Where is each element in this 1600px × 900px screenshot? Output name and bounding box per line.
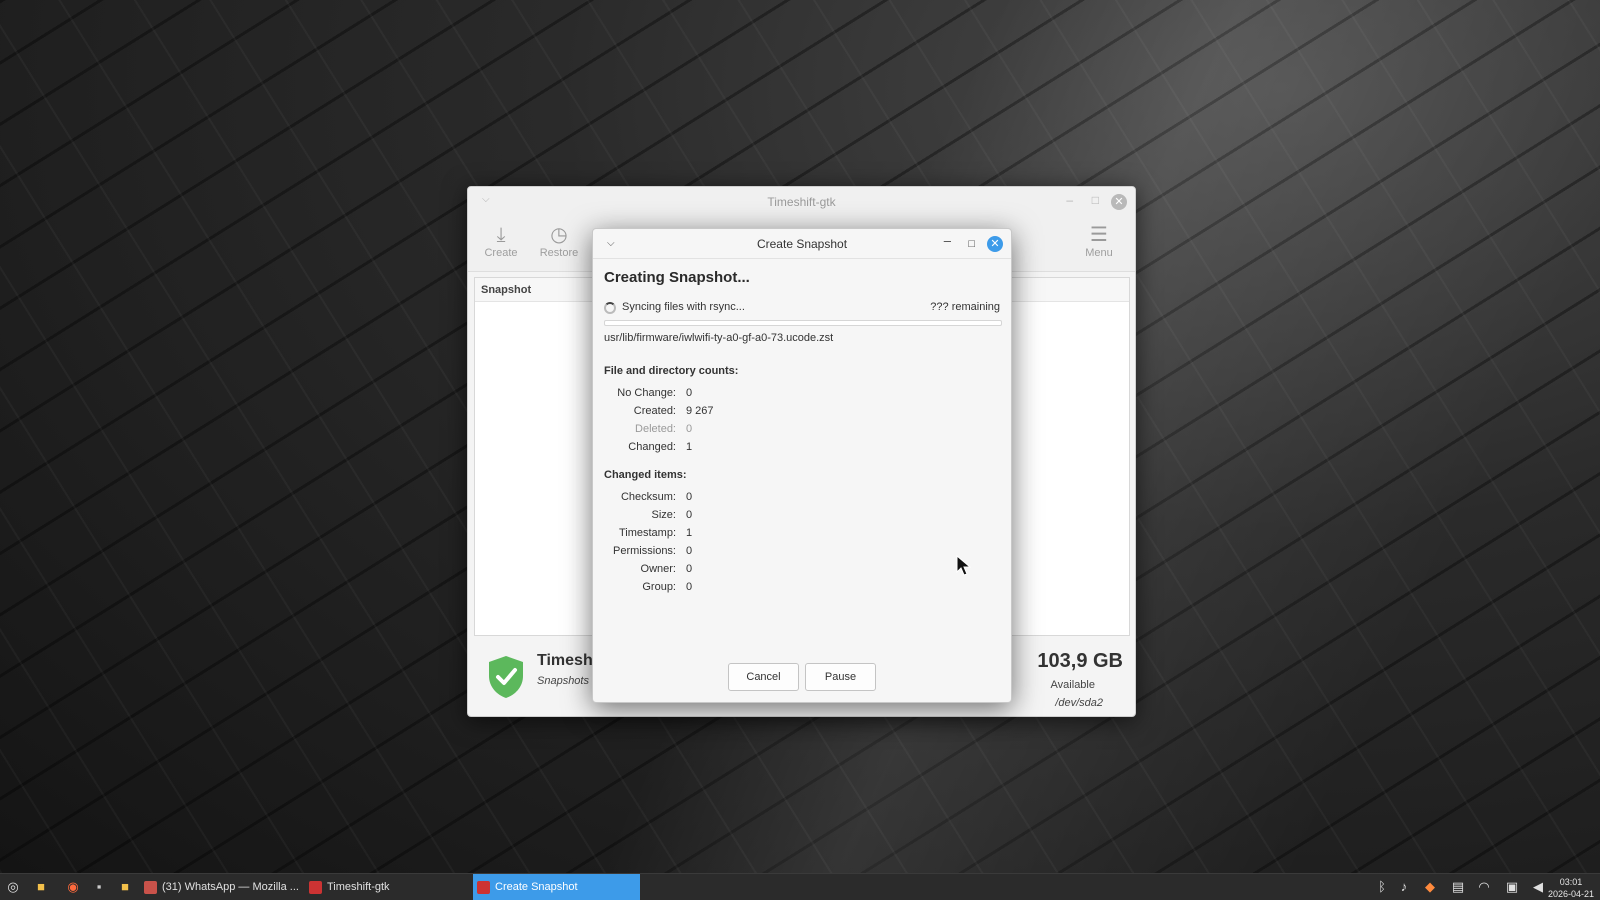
- count-label: No Change:: [617, 387, 676, 399]
- changed-row-owner: Owner: 0: [604, 563, 904, 579]
- changed-label: Checksum:: [620, 491, 676, 503]
- changed-label: Owner:: [640, 563, 676, 575]
- changed-label: Timestamp:: [618, 527, 676, 539]
- create-button[interactable]: ⤓ Create: [476, 223, 526, 259]
- count-value: 1: [686, 441, 693, 453]
- dialog-title: Create Snapshot: [756, 237, 848, 251]
- changed-value: 0: [686, 509, 693, 521]
- restore-label: Restore: [539, 247, 579, 259]
- disk-available-label: Available: [1050, 679, 1095, 691]
- count-row-deleted: Deleted: 0: [604, 423, 904, 439]
- changed-value: 0: [686, 563, 693, 575]
- status-subtitle: Snapshots v: [537, 675, 598, 687]
- count-label: Changed:: [628, 441, 676, 453]
- wifi-icon[interactable]: ◠: [1476, 878, 1492, 896]
- changed-value: 0: [686, 581, 693, 593]
- cancel-button[interactable]: Cancel: [728, 663, 799, 691]
- progress-bar: [604, 320, 1002, 326]
- changed-row-permissions: Permissions: 0: [604, 545, 904, 561]
- window-menu-icon[interactable]: ⌵: [482, 194, 490, 205]
- clock-icon: ◷: [550, 224, 568, 246]
- count-row-created: Created: 9 267: [604, 405, 904, 421]
- files-icon[interactable]: ■: [32, 878, 50, 896]
- counts-section-title: File and directory counts:: [604, 365, 739, 377]
- changed-items-section-title: Changed items:: [604, 469, 687, 481]
- folder-icon[interactable]: ■: [116, 878, 134, 896]
- notifications-icon[interactable]: ♪: [1396, 878, 1412, 896]
- task-create-snapshot[interactable]: Create Snapshot: [473, 874, 640, 900]
- main-titlebar: ⌵ Timeshift-gtk – □ ✕: [468, 187, 1135, 217]
- count-row-changed: Changed: 1: [604, 441, 904, 457]
- count-value: 9 267: [686, 405, 714, 417]
- browser-icon[interactable]: ◉: [64, 878, 82, 896]
- create-snapshot-dialog: ⌵ Create Snapshot – □ ✕ Creating Snapsho…: [592, 228, 1012, 703]
- update-manager-icon[interactable]: ▣: [1504, 878, 1520, 896]
- timeshift-app-icon: [309, 881, 322, 894]
- taskbar: ◎ ■ ◉ ▪ ■ (31) WhatsApp — Mozilla ... Ti…: [0, 873, 1600, 900]
- disk-size: 103,9 GB: [1037, 650, 1123, 672]
- start-menu-icon[interactable]: ◎: [4, 878, 22, 896]
- shield-check-icon: [489, 656, 523, 698]
- spinner-icon: [604, 302, 616, 314]
- download-icon: ⤓: [496, 224, 506, 246]
- changed-label: Permissions:: [613, 545, 676, 557]
- bluetooth-icon[interactable]: ᛒ: [1374, 878, 1390, 896]
- task-label: (31) WhatsApp — Mozilla ...: [162, 881, 299, 893]
- main-close-button[interactable]: ✕: [1111, 194, 1127, 210]
- count-label: Deleted:: [635, 423, 676, 435]
- firefox-app-icon: [144, 881, 157, 894]
- changed-row-checksum: Checksum: 0: [604, 491, 904, 507]
- minimize-icon[interactable]: –: [1066, 193, 1073, 207]
- changed-row-group: Group: 0: [604, 581, 904, 597]
- menu-label: Menu: [1085, 247, 1113, 259]
- main-window-title: Timeshift-gtk: [767, 195, 836, 209]
- restore-button[interactable]: ◷ Restore: [534, 223, 584, 259]
- clock[interactable]: 03:01 2026-04-21: [1548, 876, 1594, 900]
- task-whatsapp[interactable]: (31) WhatsApp — Mozilla ...: [140, 874, 305, 900]
- disk-device: /dev/sda2: [1055, 697, 1103, 709]
- changed-row-timestamp: Timestamp: 1: [604, 527, 904, 543]
- changed-value: 0: [686, 545, 693, 557]
- changed-value: 0: [686, 491, 693, 503]
- dialog-minimize-icon[interactable]: –: [944, 226, 951, 256]
- task-timeshift-gtk[interactable]: Timeshift-gtk: [305, 874, 469, 900]
- volume-icon[interactable]: ◀: [1530, 878, 1546, 896]
- clock-date: 2026-04-21: [1547, 889, 1594, 899]
- count-value: 0: [686, 387, 693, 399]
- maximize-icon[interactable]: □: [1092, 193, 1099, 207]
- changed-row-size: Size: 0: [604, 509, 904, 525]
- sync-status-text: Syncing files with rsync...: [622, 301, 745, 313]
- status-title: Timesh: [537, 652, 593, 669]
- changed-label: Group:: [642, 581, 676, 593]
- count-row-no-change: No Change: 0: [604, 387, 904, 403]
- task-label: Create Snapshot: [495, 881, 578, 893]
- dialog-menu-icon[interactable]: ⌵: [607, 229, 615, 259]
- timeshift-app-icon: [477, 881, 490, 894]
- terminal-icon[interactable]: ▪: [90, 878, 108, 896]
- dialog-maximize-icon[interactable]: □: [968, 229, 975, 259]
- changed-label: Size:: [651, 509, 676, 521]
- changed-value: 1: [686, 527, 693, 539]
- task-label: Timeshift-gtk: [327, 881, 390, 893]
- hamburger-icon: ☰: [1090, 224, 1108, 246]
- mouse-pointer-icon: [956, 555, 972, 576]
- clipboard-icon[interactable]: ▤: [1450, 878, 1466, 896]
- count-label: Created:: [633, 405, 676, 417]
- count-value: 0: [686, 423, 693, 435]
- menu-button[interactable]: ☰ Menu: [1074, 223, 1124, 259]
- dialog-titlebar: ⌵ Create Snapshot – □ ✕: [593, 229, 1011, 259]
- dialog-close-button[interactable]: ✕: [987, 236, 1003, 252]
- dialog-heading: Creating Snapshot...: [604, 269, 750, 286]
- clock-time: 03:01: [1559, 877, 1583, 887]
- shield-icon[interactable]: ◆: [1422, 878, 1438, 896]
- pause-button[interactable]: Pause: [805, 663, 876, 691]
- create-label: Create: [484, 247, 518, 259]
- time-remaining: ??? remaining: [930, 301, 1000, 313]
- current-file-path: usr/lib/firmware/iwlwifi-ty-a0-gf-a0-73.…: [604, 332, 834, 344]
